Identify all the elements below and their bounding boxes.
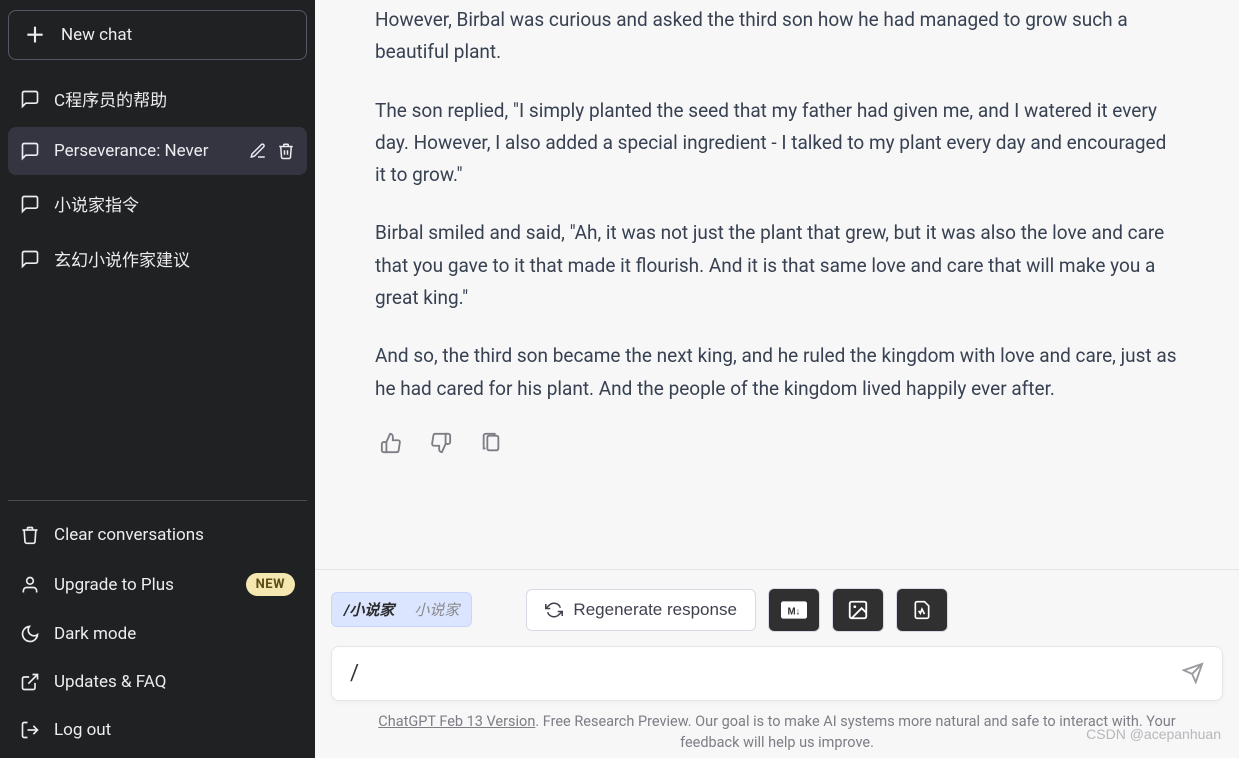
sidebar: ＋ New chat C程序员的帮助 Perseverance: Never [0,0,315,758]
clear-conversations-button[interactable]: Clear conversations [8,511,307,559]
message-paragraph: The son replied, "I simply planted the s… [375,95,1179,192]
footer-text: . Free Research Preview. Our goal is to … [535,713,1175,752]
composer-toolbar: /小说家 小说家 Regenerate response M↓ [331,588,1223,632]
new-badge: NEW [246,573,295,596]
chat-icon [20,249,40,269]
edit-icon[interactable] [249,142,267,160]
menu-label: Log out [54,720,111,740]
plus-icon: ＋ [25,25,45,45]
suggestion-hint: 小说家 [414,599,459,620]
pdf-button[interactable] [896,588,948,632]
refresh-icon [545,601,563,619]
logout-icon [20,720,40,740]
svg-text:M↓: M↓ [787,606,800,617]
version-link[interactable]: ChatGPT Feb 13 Version [378,713,535,730]
menu-label: Clear conversations [54,525,204,545]
chat-icon [20,194,40,214]
chat-icon [20,89,40,109]
conversation-label: C程序员的帮助 [54,86,295,111]
message-input-container[interactable] [331,646,1223,701]
thumbs-down-icon[interactable] [429,431,453,455]
slash-command-suggestion[interactable]: /小说家 小说家 [331,592,472,627]
logout-button[interactable]: Log out [8,706,307,754]
delete-icon[interactable] [277,142,295,160]
message-input[interactable] [350,661,1182,686]
menu-label: Upgrade to Plus [54,575,174,595]
person-icon [20,575,40,595]
conversation-item-active[interactable]: Perseverance: Never [8,127,307,175]
composer-area: /小说家 小说家 Regenerate response M↓ [315,569,1239,758]
main-panel: However, Birbal was curious and asked th… [315,0,1239,758]
message-paragraph: However, Birbal was curious and asked th… [375,4,1179,69]
conversation-item[interactable]: C程序员的帮助 [8,72,307,125]
send-icon[interactable] [1182,662,1204,684]
regenerate-label: Regenerate response [573,600,737,620]
menu-label: Dark mode [54,624,136,644]
updates-faq-button[interactable]: Updates & FAQ [8,658,307,706]
message-paragraph: And so, the third son became the next ki… [375,340,1179,405]
sidebar-divider [8,500,307,501]
conversation-label: Perseverance: Never [54,141,235,161]
conversation-item[interactable]: 小说家指令 [8,177,307,230]
app-root: ＋ New chat C程序员的帮助 Perseverance: Never [0,0,1239,758]
markdown-button[interactable]: M↓ [768,588,820,632]
image-button[interactable] [832,588,884,632]
thumbs-up-icon[interactable] [379,431,403,455]
suggestion-match: /小说家 [344,599,394,620]
new-chat-button[interactable]: ＋ New chat [8,10,307,60]
message-paragraph: Birbal smiled and said, "Ah, it was not … [375,217,1179,314]
upgrade-button[interactable]: Upgrade to Plus NEW [8,559,307,610]
conversation-list: C程序员的帮助 Perseverance: Never [8,72,307,287]
assistant-message: However, Birbal was curious and asked th… [375,4,1179,405]
feedback-row [375,431,1179,455]
watermark-text: CSDN @acepanhuan [1086,726,1221,742]
conversation-label: 玄幻小说作家建议 [54,246,295,271]
menu-label: Updates & FAQ [54,672,166,692]
clipboard-icon[interactable] [479,431,503,455]
external-link-icon [20,672,40,692]
moon-icon [20,624,40,644]
new-chat-label: New chat [61,25,132,45]
trash-icon [20,525,40,545]
regenerate-button[interactable]: Regenerate response [526,589,756,631]
conversation-label: 小说家指令 [54,191,295,216]
chat-icon [20,141,40,161]
conversation-item[interactable]: 玄幻小说作家建议 [8,232,307,285]
dark-mode-button[interactable]: Dark mode [8,610,307,658]
message-scroll[interactable]: However, Birbal was curious and asked th… [315,0,1239,569]
